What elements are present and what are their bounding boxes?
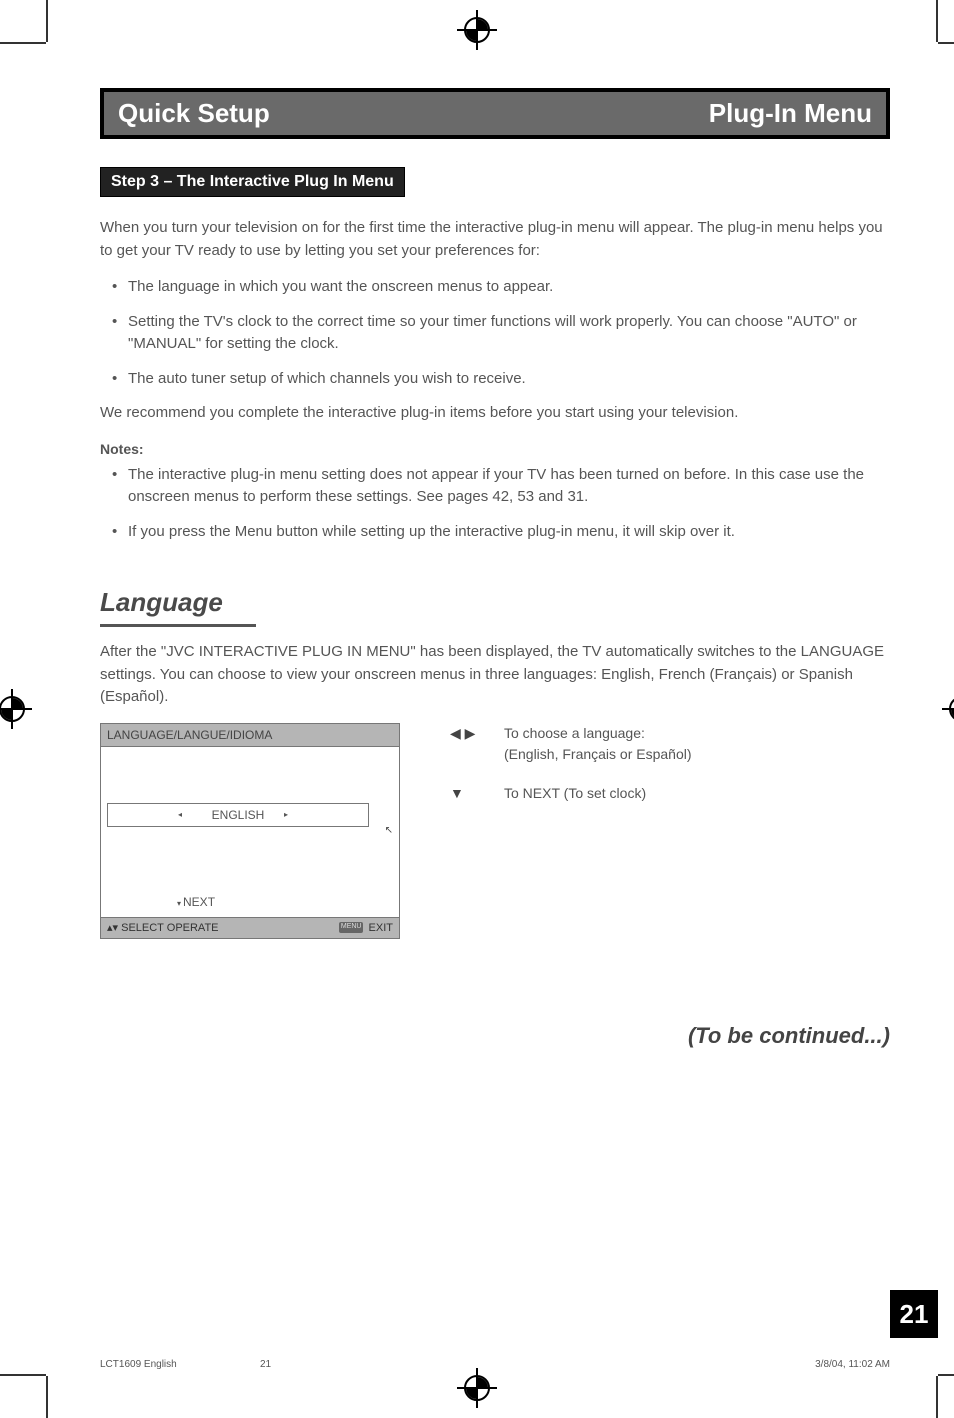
crop-mark: [938, 1374, 954, 1376]
footer-page: 21: [260, 1359, 320, 1370]
osd-footer-exit: EXIT: [369, 922, 393, 934]
print-footer: LCT1609 English 21 3/8/04, 11:02 AM: [100, 1359, 890, 1370]
crop-mark: [0, 1374, 46, 1376]
recommend-paragraph: We recommend you complete the interactiv…: [100, 402, 890, 425]
osd-footer-left-text: SELECT OPERATE: [121, 922, 218, 934]
language-intro: After the "JVC INTERACTIVE PLUG IN MENU"…: [100, 641, 890, 709]
crop-mark: [0, 42, 46, 44]
osd-language-field: ◂ ENGLISH ▸: [107, 803, 369, 827]
down-arrow-icon: ▼: [450, 783, 480, 804]
notes-label: Notes:: [100, 439, 890, 460]
footer-doc-name: LCT1609 English: [100, 1359, 260, 1370]
main-bullet-list: The language in which you want the onscr…: [100, 276, 890, 390]
osd-mockup: LANGUAGE/LANGUE/IDIOMA ◂ ENGLISH ▸ ↖ NEX…: [100, 723, 400, 940]
legend-line1: To NEXT (To set clock): [504, 783, 692, 804]
legend-row: ◀ ▶ To choose a language: (English, Fran…: [450, 723, 692, 765]
bullet-item: The interactive plug-in menu setting doe…: [118, 464, 890, 509]
notes-bullet-list: The interactive plug-in menu setting doe…: [100, 464, 890, 544]
crop-mark: [938, 42, 954, 44]
title-right: Plug-In Menu: [709, 98, 872, 129]
section-title-language: Language: [100, 583, 223, 622]
legend-row: ▼ To NEXT (To set clock): [450, 783, 692, 804]
bullet-item: If you press the Menu button while setti…: [118, 521, 890, 544]
legend-text: To NEXT (To set clock): [504, 783, 692, 804]
body-text: When you turn your television on for the…: [100, 217, 890, 1052]
registration-mark-icon: [942, 689, 954, 729]
crop-mark: [936, 0, 938, 42]
title-left: Quick Setup: [118, 98, 270, 129]
osd-next-label: NEXT: [177, 893, 215, 911]
osd-language-value: ENGLISH: [212, 806, 265, 824]
page-content: Quick Setup Plug-In Menu Step 3 – The In…: [100, 88, 890, 1052]
registration-mark-icon: [457, 10, 497, 50]
left-arrow-icon: ◂: [178, 809, 182, 821]
step-heading: Step 3 – The Interactive Plug In Menu: [100, 167, 405, 197]
section-underline: [100, 624, 256, 627]
bullet-item: The language in which you want the onscr…: [118, 276, 890, 299]
legend-text: To choose a language: (English, Français…: [504, 723, 692, 765]
control-legend: ◀ ▶ To choose a language: (English, Fran…: [450, 723, 692, 804]
crop-mark: [46, 0, 48, 42]
crop-mark: [46, 1376, 48, 1418]
osd-body: ◂ ENGLISH ▸ ↖ NEXT: [100, 747, 400, 918]
menu-badge-icon: MENU: [339, 922, 364, 933]
registration-mark-icon: [0, 689, 32, 729]
return-arrow-icon: ↖: [385, 823, 393, 838]
osd-footer-right: MENU EXIT: [339, 920, 393, 937]
right-arrow-icon: ▸: [284, 809, 288, 821]
bullet-item: Setting the TV's clock to the correct ti…: [118, 311, 890, 356]
left-right-arrow-icon: ◀ ▶: [450, 723, 480, 744]
page-title-bar: Quick Setup Plug-In Menu: [100, 88, 890, 139]
footer-datetime: 3/8/04, 11:02 AM: [730, 1359, 890, 1370]
page-number-badge: 21: [890, 1290, 938, 1338]
registration-mark-icon: [457, 1368, 497, 1408]
language-diagram-row: LANGUAGE/LANGUE/IDIOMA ◂ ENGLISH ▸ ↖ NEX…: [100, 723, 890, 940]
updown-arrow-icon: ▴▾: [107, 922, 118, 934]
legend-line2: (English, Français or Español): [504, 744, 692, 765]
intro-paragraph: When you turn your television on for the…: [100, 217, 890, 262]
osd-header: LANGUAGE/LANGUE/IDIOMA: [100, 723, 400, 747]
osd-footer-left: ▴▾ SELECT OPERATE: [107, 920, 219, 937]
osd-footer: ▴▾ SELECT OPERATE MENU EXIT: [100, 918, 400, 940]
to-be-continued: (To be continued...): [100, 1019, 890, 1052]
legend-line1: To choose a language:: [504, 723, 692, 744]
bullet-item: The auto tuner setup of which channels y…: [118, 368, 890, 391]
crop-mark: [936, 1376, 938, 1418]
